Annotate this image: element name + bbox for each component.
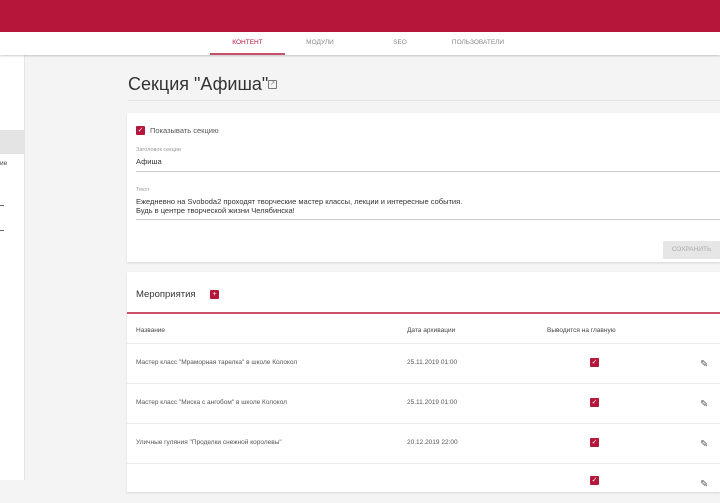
on-main-checkbox[interactable]: ✓ [590, 398, 599, 407]
edit-pencil-icon[interactable]: ✎ [700, 439, 708, 450]
event-name[interactable]: Мастер класс "Миска с ангобом" в школе К… [136, 399, 287, 406]
show-section-checkbox[interactable]: ✓ Показывать секцию [136, 126, 219, 135]
events-title: Мероприятия [136, 289, 196, 300]
external-link-icon[interactable]: ↗ [268, 80, 277, 89]
events-card: Мероприятия + Название Дата архивации Вы… [127, 272, 720, 492]
app-header [0, 0, 720, 32]
text-field-label: Текст [136, 187, 150, 193]
event-name[interactable]: Мастер класс "Мраморная тарелка" в школе… [136, 359, 297, 366]
text-field-line2[interactable]: Будь в центре творческой жизни Челябинск… [136, 206, 295, 216]
table-row: Мастер класс "Миска с ангобом" в школе К… [127, 383, 720, 423]
edit-pencil-icon[interactable]: ✎ [700, 359, 708, 370]
sidebar: ие [0, 55, 25, 480]
event-date: 20.12.2019 22:00 [407, 439, 458, 446]
tab-content[interactable]: КОНТЕНТ [210, 32, 285, 55]
sidebar-item-label[interactable]: ие [0, 160, 7, 167]
sidebar-item-selected[interactable] [0, 130, 25, 154]
event-date: 25.11.2019 01:00 [407, 399, 458, 406]
page-title: Секция "Афиша" [128, 74, 269, 94]
title-field-underline [136, 171, 720, 172]
edit-pencil-icon[interactable]: ✎ [700, 479, 708, 490]
edit-pencil-icon[interactable]: ✎ [700, 399, 708, 410]
checkbox-checked-icon[interactable]: ✓ [136, 126, 145, 135]
save-button[interactable]: СОХРАНИТЬ [663, 241, 720, 259]
on-main-checkbox[interactable]: ✓ [590, 438, 599, 447]
tab-modules[interactable]: МОДУЛИ [290, 32, 350, 55]
title-field[interactable]: Афиша [136, 157, 162, 167]
event-name[interactable]: Уличные гуляния "Проделки снежной короле… [136, 439, 282, 446]
event-date: 25.11.2019 01:00 [407, 359, 458, 366]
add-event-icon[interactable]: + [210, 290, 219, 299]
sidebar-item[interactable] [0, 205, 4, 206]
tab-seo[interactable]: SEO [380, 32, 420, 55]
main-nav: КОНТЕНТ МОДУЛИ SEO ПОЛЬЗОВАТЕЛИ [0, 32, 720, 55]
show-section-label: Показывать секцию [150, 126, 219, 135]
title-field-label: Заголовок секции [136, 147, 181, 153]
table-row: Уличные гуляния "Проделки снежной короле… [127, 423, 720, 463]
column-header-date[interactable]: Дата архивации [407, 327, 455, 334]
table-row: ✓ ✎ [127, 463, 720, 503]
text-field-underline [136, 219, 720, 220]
on-main-checkbox[interactable]: ✓ [590, 476, 599, 485]
tab-users[interactable]: ПОЛЬЗОВАТЕЛИ [440, 32, 516, 55]
column-header-on-main[interactable]: Выводится на главную [547, 327, 616, 334]
sidebar-item[interactable] [0, 230, 4, 231]
divider [127, 312, 720, 314]
column-header-name[interactable]: Название [136, 327, 165, 334]
divider [128, 100, 720, 101]
section-settings-card: ✓ Показывать секцию Заголовок секции Афи… [127, 113, 720, 262]
table-row: Мастер класс "Мраморная тарелка" в школе… [127, 343, 720, 383]
on-main-checkbox[interactable]: ✓ [590, 358, 599, 367]
